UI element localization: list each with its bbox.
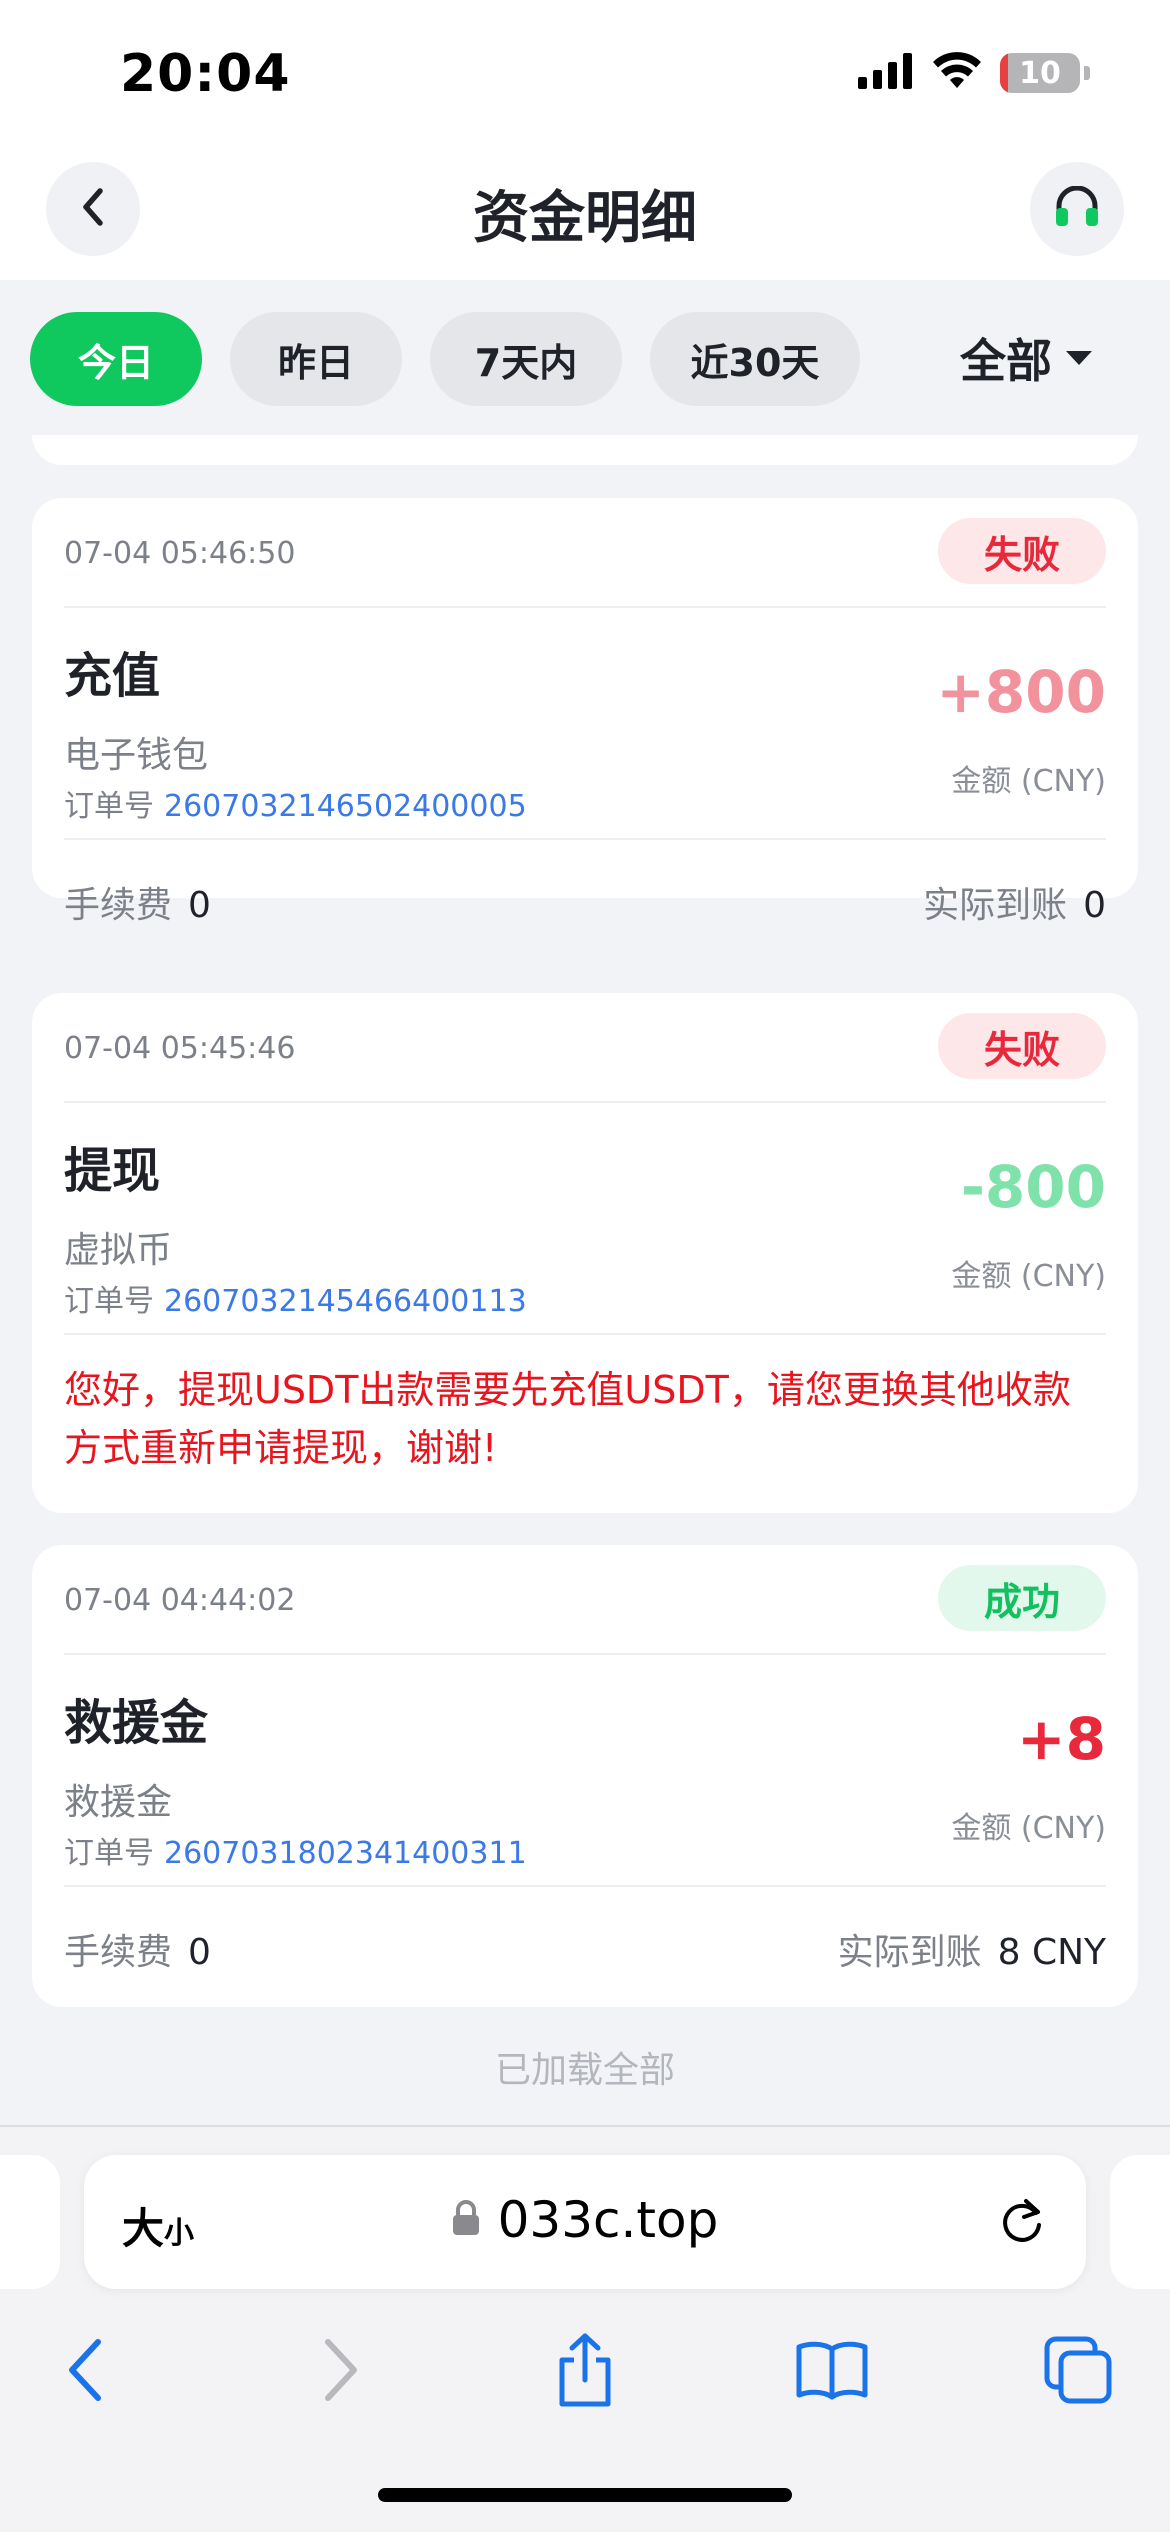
order-number[interactable]: 2607031802341400311 [164, 1836, 527, 1871]
record-card[interactable]: 07-04 05:45:46 失败 提现 虚拟币 订单号 260703214546… [32, 993, 1138, 1513]
record-amount: +800 [936, 658, 1106, 726]
url-text: 033c.top [497, 2191, 719, 2249]
type-select-label: 全部 [960, 334, 1052, 388]
record-time: 07-04 05:46:50 [64, 536, 296, 571]
received-value: 8 CNY [997, 1932, 1106, 1973]
record-method: 虚拟币 [64, 1230, 173, 1271]
status-badge: 失败 [938, 1013, 1106, 1079]
divider [64, 1653, 1106, 1655]
amount-label: 金额 (CNY) [951, 1811, 1106, 1846]
forward-arrow-icon [320, 2338, 360, 2406]
divider [64, 1333, 1106, 1335]
record-time: 07-04 04:44:02 [64, 1583, 296, 1618]
filter-7-days[interactable]: 7天内 [430, 312, 622, 406]
tabs-icon [1043, 2335, 1113, 2409]
lock-icon [452, 2200, 480, 2240]
battery-text: 10 [1019, 55, 1061, 91]
back-arrow-icon [66, 2338, 106, 2406]
divider [64, 1101, 1106, 1103]
received-value: 0 [1083, 885, 1106, 926]
status-bar: 20:04 10 [0, 0, 1170, 145]
battery-cap [1084, 66, 1090, 80]
previous-card-tail [32, 435, 1138, 465]
fee-label: 手续费 [64, 885, 173, 926]
home-indicator[interactable] [378, 2488, 792, 2502]
fee-value: 0 [188, 885, 211, 926]
record-card[interactable]: 07-04 05:46:50 失败 充值 电子钱包 订单号 26070321465… [32, 498, 1138, 926]
list-end-text: 已加载全部 [494, 2050, 675, 2091]
record-method: 电子钱包 [64, 735, 209, 776]
browser-forward-button[interactable] [300, 2332, 380, 2412]
record-type: 充值 [64, 648, 161, 704]
record-card[interactable]: 07-04 04:44:02 成功 救援金 救援金 订单号 26070318023… [32, 1545, 1138, 2007]
previous-tab-peek[interactable] [0, 2155, 60, 2289]
order-number-row: 订单号 2607032146502400005 [64, 781, 527, 825]
url-display[interactable]: 033c.top [84, 2191, 1086, 2249]
bookmarks-button[interactable] [792, 2332, 872, 2412]
record-amount: +8 [1017, 1705, 1106, 1773]
divider [64, 838, 1106, 840]
battery-icon: 10 [1000, 53, 1080, 93]
tabs-button[interactable] [1038, 2332, 1118, 2412]
caret-down-icon [1066, 351, 1092, 365]
wifi-icon [932, 52, 982, 94]
divider [64, 1885, 1106, 1887]
fee-row: 手续费 0 实际到账 0 [64, 876, 1106, 928]
divider [64, 606, 1106, 608]
order-number[interactable]: 2607032146502400005 [164, 789, 527, 824]
order-number[interactable]: 2607032145466400113 [164, 1284, 527, 1319]
received-label: 实际到账 [923, 885, 1068, 926]
fee-value: 0 [188, 1932, 211, 1973]
order-label: 订单号 [64, 789, 154, 824]
record-type: 提现 [64, 1143, 161, 1199]
type-select-dropdown[interactable]: 全部 [960, 322, 1092, 394]
order-label: 订单号 [64, 1284, 154, 1319]
cellular-signal-icon [858, 53, 914, 93]
browser-toolbar [0, 2312, 1170, 2422]
order-number-row: 订单号 2607032145466400113 [64, 1276, 527, 1320]
amount-label: 金额 (CNY) [951, 764, 1106, 799]
address-bar[interactable]: 大小 033c.top [84, 2155, 1086, 2289]
customer-service-button[interactable] [1030, 162, 1124, 256]
fee-label: 手续费 [64, 1932, 173, 1973]
reload-button[interactable] [996, 2195, 1048, 2251]
share-icon [554, 2332, 616, 2412]
battery-level [1000, 53, 1008, 93]
date-filter-bar: 今日 昨日 7天内 近30天 全部 [0, 280, 1170, 435]
browser-chrome: 大小 033c.top [0, 2125, 1170, 2532]
browser-back-button[interactable] [46, 2332, 126, 2412]
page-header: 资金明细 [0, 145, 1170, 280]
record-time: 07-04 05:45:46 [64, 1031, 296, 1066]
status-icons: 10 [858, 52, 1090, 94]
order-label: 订单号 [64, 1836, 154, 1871]
status-badge: 成功 [938, 1565, 1106, 1631]
status-time: 20:04 [120, 44, 291, 104]
record-amount: -800 [960, 1153, 1106, 1221]
bookmarks-icon [795, 2339, 869, 2405]
filter-30-days[interactable]: 近30天 [650, 312, 860, 406]
rejection-remark: 您好，提现USDT出款需要先充值USDT，请您更换其他收款方式重新申请提现，谢谢… [64, 1368, 1071, 1470]
order-number-row: 订单号 2607031802341400311 [64, 1828, 527, 1872]
filter-today[interactable]: 今日 [30, 312, 202, 406]
page-title: 资金明细 [473, 186, 697, 251]
record-list[interactable]: 07-04 05:46:50 失败 充值 电子钱包 订单号 26070321465… [0, 435, 1170, 2125]
filter-yesterday[interactable]: 昨日 [230, 312, 402, 406]
record-type: 救援金 [64, 1695, 209, 1751]
next-tab-peek[interactable] [1110, 2155, 1170, 2289]
amount-label: 金额 (CNY) [951, 1259, 1106, 1294]
record-method: 救援金 [64, 1782, 173, 1823]
fee-row: 手续费 0 实际到账 8 CNY [64, 1923, 1106, 1975]
headset-icon [1054, 185, 1100, 232]
share-button[interactable] [545, 2332, 625, 2412]
reload-icon [996, 2199, 1048, 2251]
status-badge: 失败 [938, 518, 1106, 584]
received-label: 实际到账 [837, 1932, 982, 1973]
